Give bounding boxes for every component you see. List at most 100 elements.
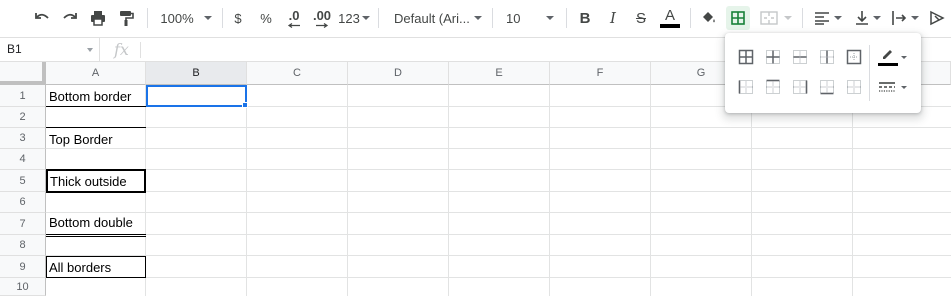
column-header-b[interactable]: B xyxy=(146,62,247,85)
decrease-decimals-button[interactable]: .0 xyxy=(282,6,306,30)
column-header-c[interactable]: C xyxy=(247,62,348,85)
chevron-down-icon xyxy=(87,48,93,52)
decrease-decimals-label: .0 xyxy=(288,7,300,23)
toolbar-divider xyxy=(802,8,803,28)
fill-color-button[interactable] xyxy=(696,6,720,30)
row-header-10[interactable]: 10 xyxy=(0,278,46,296)
merge-cells-button[interactable] xyxy=(756,6,796,30)
border-color-swatch xyxy=(878,48,898,66)
currency-format-button[interactable]: $ xyxy=(228,6,248,30)
toolbar-divider xyxy=(690,8,691,28)
redo-button[interactable] xyxy=(58,6,82,30)
border-style-icon xyxy=(879,82,895,92)
text-color-swatch xyxy=(660,24,680,28)
increase-decimals-label: .00 xyxy=(312,7,332,23)
left-border-icon xyxy=(738,80,753,94)
undo-button[interactable] xyxy=(30,6,54,30)
percent-format-button[interactable]: % xyxy=(256,6,276,30)
gridline xyxy=(46,234,951,235)
chevron-down-icon xyxy=(901,55,907,59)
horizontal-borders-option[interactable] xyxy=(788,45,812,69)
column-header-e[interactable]: E xyxy=(449,62,550,85)
border-style-button[interactable] xyxy=(878,75,914,99)
all-borders-option[interactable] xyxy=(734,45,758,69)
chevron-down-icon xyxy=(203,16,212,20)
select-all-corner[interactable] xyxy=(0,62,46,85)
active-cell-selection[interactable] xyxy=(146,85,247,107)
arrow-left-icon xyxy=(287,22,300,28)
horizontal-align-button[interactable] xyxy=(810,6,846,30)
top-border-icon xyxy=(766,79,780,94)
bottom-border-option[interactable] xyxy=(815,75,839,99)
italic-button[interactable]: I xyxy=(602,6,624,30)
increase-decimals-button[interactable]: .00 xyxy=(310,6,334,30)
print-button[interactable] xyxy=(86,6,110,30)
borders-icon xyxy=(731,11,745,25)
pencil-icon xyxy=(883,50,892,59)
vertical-borders-option[interactable] xyxy=(815,45,839,69)
borders-button[interactable] xyxy=(726,6,750,30)
formula-divider xyxy=(140,42,141,58)
text-rotation-icon xyxy=(930,10,945,26)
outer-borders-option[interactable] xyxy=(842,45,866,69)
paint-bucket-icon xyxy=(703,12,715,23)
column-header-f[interactable]: F xyxy=(550,62,651,85)
fill-handle[interactable] xyxy=(242,102,248,108)
column-header-d[interactable]: D xyxy=(348,62,449,85)
row-header-4[interactable]: 4 xyxy=(0,149,46,170)
top-border-option[interactable] xyxy=(761,75,785,99)
gridline xyxy=(46,148,951,149)
gridline xyxy=(46,191,951,192)
chevron-down-icon xyxy=(873,16,881,20)
print-icon xyxy=(91,11,105,26)
more-formats-button[interactable]: 123 xyxy=(338,6,370,30)
all-borders-icon xyxy=(738,49,754,65)
text-color-button[interactable]: A xyxy=(658,6,682,30)
border-color-bar xyxy=(878,63,898,66)
row-header-6[interactable]: 6 xyxy=(0,192,46,213)
bold-button[interactable]: B xyxy=(574,6,596,30)
name-box[interactable]: B1 xyxy=(0,38,100,61)
zoom-value: 100% xyxy=(160,10,194,26)
row-header-7[interactable]: 7 xyxy=(0,213,46,235)
vertical-align-button[interactable] xyxy=(852,6,884,30)
cell-a5[interactable]: Thick outside xyxy=(46,169,146,193)
font-family-select[interactable]: Default (Ari... xyxy=(390,6,486,30)
outer-borders-icon xyxy=(846,49,862,65)
text-rotation-button[interactable] xyxy=(926,6,948,30)
inner-borders-option[interactable] xyxy=(761,45,785,69)
gridline xyxy=(46,127,951,128)
gridline xyxy=(46,169,951,170)
paint-format-icon xyxy=(120,11,134,26)
chevron-down-icon xyxy=(911,16,919,20)
right-border-option[interactable] xyxy=(788,75,812,99)
row-header-9[interactable]: 9 xyxy=(0,256,46,278)
row-header-8[interactable]: 8 xyxy=(0,235,46,256)
border-color-button[interactable] xyxy=(878,45,914,69)
left-border-option[interactable] xyxy=(734,75,758,99)
row-header-1[interactable]: 1 xyxy=(0,85,46,107)
cell-a3[interactable]: Top Border xyxy=(46,127,146,149)
row-header-3[interactable]: 3 xyxy=(0,128,46,149)
right-border-icon xyxy=(793,80,808,94)
font-size-select[interactable]: 10 xyxy=(502,6,558,30)
horizontal-borders-icon xyxy=(793,50,807,64)
menu-divider xyxy=(869,45,870,101)
borders-menu xyxy=(725,33,921,113)
text-wrap-icon xyxy=(892,11,907,25)
cell-a1[interactable]: Bottom border xyxy=(46,85,146,107)
row-header-5[interactable]: 5 xyxy=(0,170,46,192)
zoom-select[interactable]: 100% xyxy=(156,6,216,30)
cell-a9[interactable]: All borders xyxy=(46,256,146,278)
cell-a7[interactable]: Bottom double xyxy=(46,213,146,237)
toolbar-divider xyxy=(566,8,567,28)
clear-borders-option[interactable] xyxy=(842,75,866,99)
column-header-a[interactable]: A xyxy=(46,62,146,85)
row-header-2[interactable]: 2 xyxy=(0,107,46,128)
paint-format-button[interactable] xyxy=(114,6,138,30)
align-left-icon xyxy=(815,12,829,25)
gridline xyxy=(46,277,951,278)
strikethrough-button[interactable]: S xyxy=(630,6,652,30)
text-wrapping-button[interactable] xyxy=(888,6,922,30)
font-family-value: Default (Ari... xyxy=(394,10,470,26)
